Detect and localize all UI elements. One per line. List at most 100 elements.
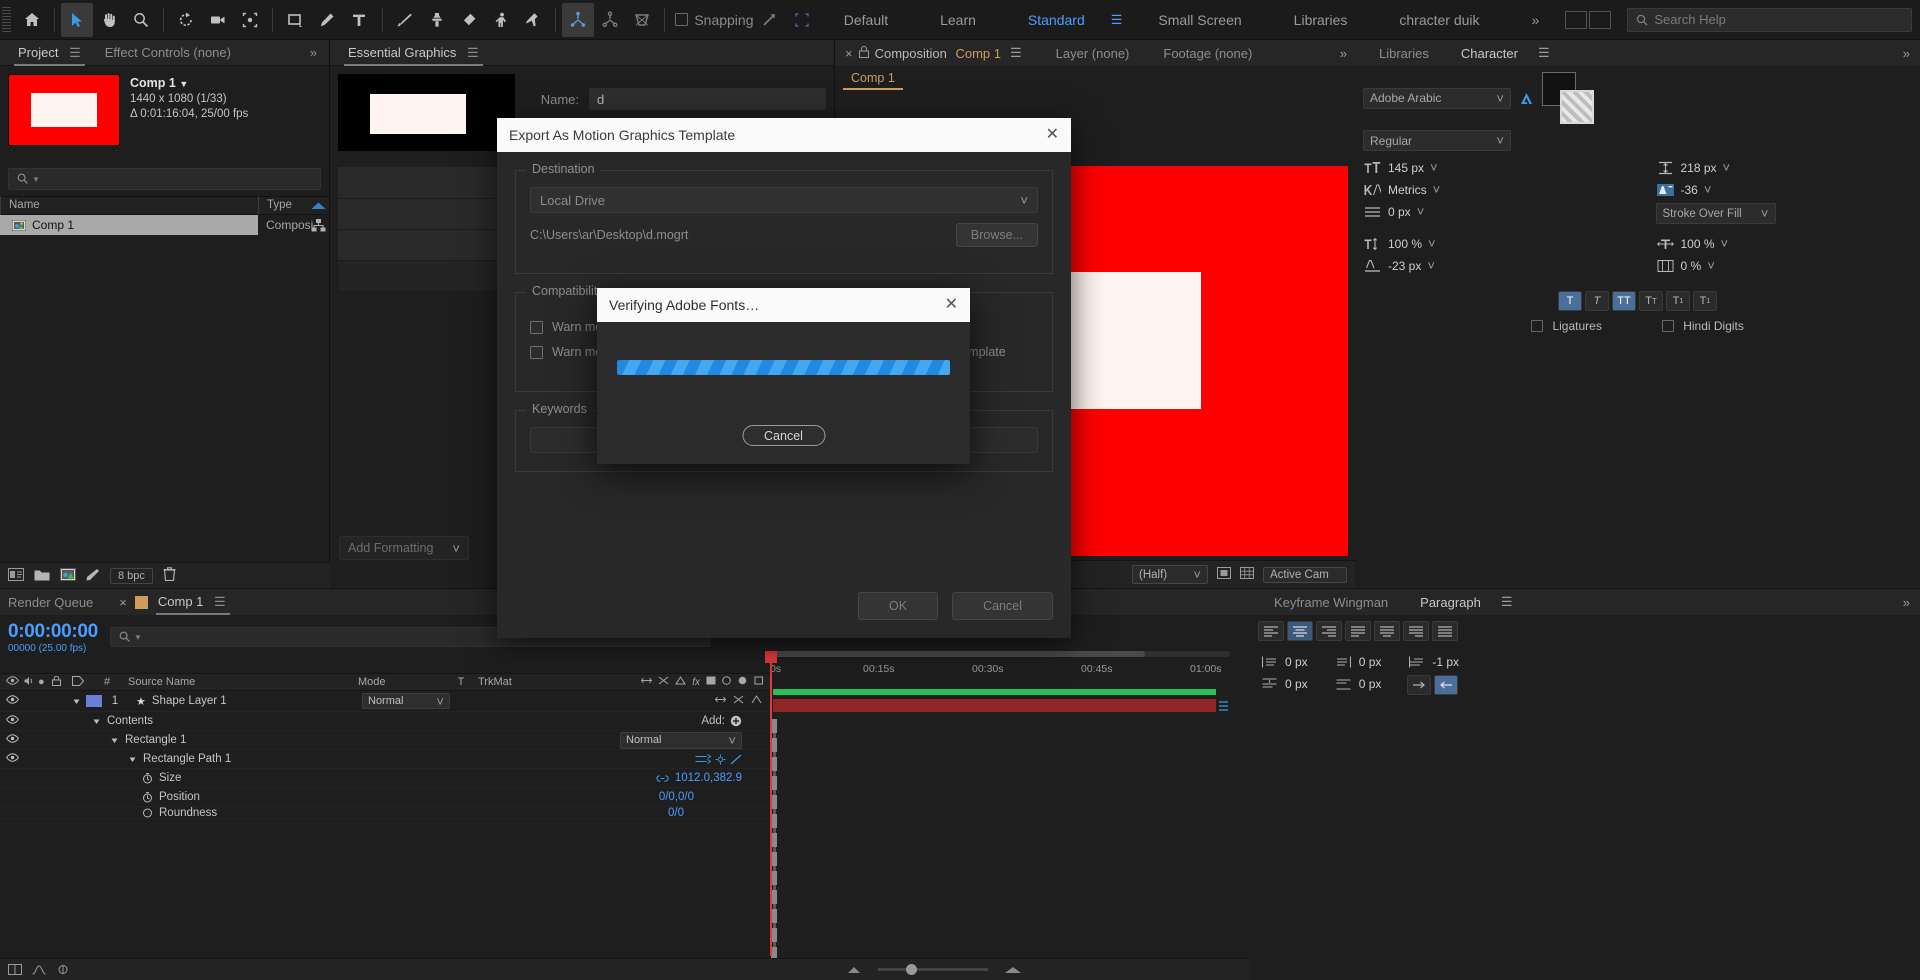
visibility-toggle[interactable] [0, 734, 24, 746]
snapping-bounds-icon[interactable] [786, 3, 818, 37]
column-header-t[interactable]: T [450, 676, 472, 688]
zoom-tool[interactable] [125, 3, 157, 37]
close-icon[interactable]: ✕ [1046, 127, 1059, 143]
zoom-slider-track[interactable] [878, 964, 988, 975]
camera-tool[interactable] [202, 3, 234, 37]
clone-stamp-tool[interactable] [421, 3, 453, 37]
justify-all-button[interactable] [1432, 621, 1458, 641]
tree-row-position[interactable]: Position 0/0,0/0 [0, 788, 770, 807]
character-overflow-icon[interactable]: » [1903, 46, 1920, 61]
chevron-down-icon[interactable]: ˅ [1417, 204, 1425, 219]
close-icon[interactable]: × [119, 595, 127, 610]
table-row[interactable]: Comp 1 Composi [0, 215, 329, 235]
brush-tool[interactable] [388, 3, 420, 37]
chevron-down-icon[interactable]: ˅ [1433, 182, 1441, 197]
hand-tool[interactable] [93, 3, 125, 37]
zoom-slider-thumb[interactable] [906, 964, 917, 975]
property-value-position[interactable]: 0/0,0/0 [659, 791, 770, 803]
column-header-name[interactable]: Name [0, 196, 258, 215]
tab-comp-1[interactable]: Comp 1 ☰ [148, 589, 238, 615]
workspace-tab-libraries[interactable]: Libraries [1268, 0, 1374, 40]
panel-menu-icon[interactable]: ☰ [1010, 45, 1022, 61]
current-time-display[interactable]: 0:00:00:00 00000 (25.00 fps) [8, 621, 98, 654]
font-style-dropdown[interactable]: Regular ˅ [1363, 130, 1511, 151]
add-formatting-dropdown[interactable]: Add Formatting ˅ [339, 536, 469, 560]
view-axis-mode-icon[interactable] [626, 3, 658, 37]
subscript-button[interactable]: T1 [1693, 291, 1717, 311]
project-search-input[interactable]: ▼ [8, 168, 321, 190]
layout-left-icon[interactable] [1565, 10, 1588, 29]
audio-column-icon[interactable] [24, 676, 38, 689]
toolbar-grip[interactable] [2, 6, 12, 33]
column-header-source-name[interactable]: Source Name [120, 676, 350, 688]
shy-switch[interactable] [714, 695, 727, 707]
layer-duration-bar[interactable] [773, 699, 1216, 712]
chevron-down-icon[interactable]: ˅ [1704, 182, 1712, 197]
tree-row-size[interactable]: Size 1012.0,382.9 [0, 769, 770, 788]
hindi-digits-checkbox[interactable]: Hindi Digits [1661, 319, 1744, 333]
tab-composition[interactable]: Composition Comp 1 [875, 46, 1001, 61]
quality-icon[interactable] [675, 676, 687, 688]
pen-tool[interactable] [311, 3, 343, 37]
adjustment-layer-icon[interactable] [738, 676, 748, 688]
label-column-icon[interactable] [72, 675, 94, 689]
composition-subtab-comp-1[interactable]: Comp 1 [843, 71, 903, 90]
panel-menu-icon[interactable]: ☰ [214, 594, 226, 609]
close-icon[interactable]: × [839, 46, 859, 61]
timeline-track-area[interactable] [770, 685, 1230, 958]
tsume-value[interactable]: 0 % [1681, 259, 1702, 273]
motion-blur-footer-icon[interactable] [56, 962, 70, 978]
collapse-transformations-icon[interactable] [658, 676, 669, 688]
chevron-down-icon[interactable]: ▼ [32, 175, 40, 184]
chevron-down-icon[interactable]: ˅ [1428, 236, 1436, 251]
workspace-tab-small-screen[interactable]: Small Screen [1132, 0, 1267, 40]
snapping-arrow-icon[interactable] [754, 3, 786, 37]
layout-right-icon[interactable] [1589, 10, 1612, 29]
tab-paragraph[interactable]: Paragraph [1404, 595, 1497, 610]
tracking-value[interactable]: -36 [1681, 183, 1698, 197]
time-ruler[interactable]: 0s 00:15s 00:30s 00:45s 01:00s [770, 663, 1235, 685]
tab-render-queue[interactable]: Render Queue [8, 595, 93, 610]
interpret-footage-icon[interactable] [8, 567, 24, 584]
tab-project[interactable]: Project ☰ [6, 40, 93, 66]
tree-row-rectangle-path-1[interactable]: Rectangle Path 1 [0, 750, 770, 769]
layer-visibility-toggle[interactable] [0, 695, 24, 707]
tab-essential-graphics[interactable]: Essential Graphics ☰ [336, 40, 491, 66]
search-help-input[interactable]: Search Help [1627, 7, 1912, 32]
baseline-shift-value[interactable]: -23 px [1388, 259, 1421, 273]
eg-name-input[interactable]: d [589, 88, 826, 110]
stroke-width-value[interactable]: 0 px [1388, 205, 1411, 219]
tab-layer[interactable]: Layer (none) [1056, 46, 1130, 61]
region-of-interest-icon[interactable] [1217, 567, 1231, 582]
snapping-checkbox[interactable] [675, 13, 689, 26]
workspace-tab-default[interactable]: Default [818, 0, 914, 40]
graph-editor-icon[interactable] [32, 962, 46, 978]
indent-first-value[interactable]: -1 px [1432, 655, 1459, 669]
tree-row-roundness[interactable]: Roundness 0/0 [0, 807, 770, 819]
all-caps-button[interactable]: TT [1612, 291, 1636, 311]
adobe-fonts-icon[interactable] [1517, 90, 1536, 107]
horizontal-scale-value[interactable]: 100 % [1681, 237, 1715, 251]
workspace-menu-icon[interactable]: ☰ [1111, 12, 1133, 28]
stroke-color-swatch[interactable] [1560, 90, 1594, 124]
view-layout-dropdown[interactable]: Active Cam [1263, 566, 1347, 583]
layer-mode-dropdown[interactable]: Normal ˅ [358, 693, 458, 709]
panel-menu-icon[interactable]: ☰ [1538, 45, 1550, 61]
grid-guides-icon[interactable] [1240, 567, 1254, 582]
layer-label-color[interactable] [86, 695, 102, 707]
home-icon[interactable] [15, 3, 47, 37]
stroke-mode-dropdown[interactable]: Stroke Over Fill ˅ [1655, 203, 1776, 224]
chevron-down-icon[interactable]: ˅ [1707, 258, 1715, 273]
puppet-pin-tool[interactable] [517, 3, 549, 37]
workspace-tab-standard[interactable]: Standard [1002, 0, 1111, 40]
column-header-type[interactable]: Type [258, 196, 308, 215]
font-family-dropdown[interactable]: Adobe Arabic ˅ [1363, 87, 1511, 109]
tree-row-contents[interactable]: Contents Add: [0, 712, 770, 731]
anchor-point-tool[interactable] [234, 3, 266, 37]
effects-icon[interactable]: fx [692, 677, 700, 688]
leading-value[interactable]: 218 px [1681, 161, 1717, 175]
align-left-button[interactable] [1258, 621, 1284, 641]
world-axis-mode-icon[interactable] [594, 3, 626, 37]
column-header-mode[interactable]: Mode [350, 676, 450, 688]
rotation-tool[interactable] [170, 3, 202, 37]
